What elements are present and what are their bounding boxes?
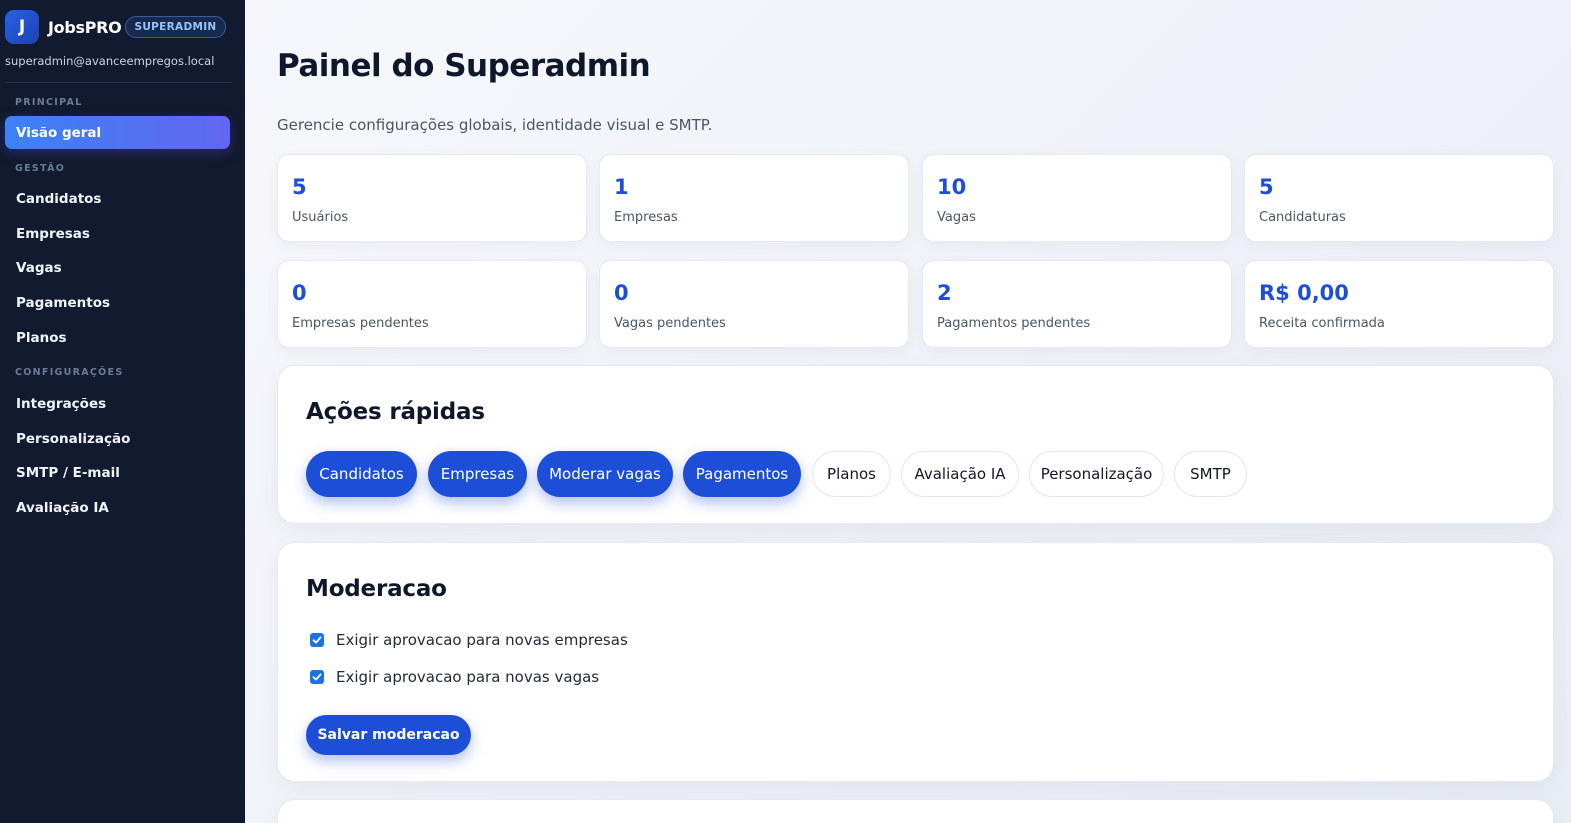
stat-label: Vagas [937,210,976,225]
stat-value: 0 [292,281,307,305]
quick-action-avaliacao-ia-button[interactable]: Avaliação IA [901,451,1019,497]
quick-action-smtp-button[interactable]: SMTP [1174,451,1247,497]
sidebar-item-pagamentos[interactable]: Pagamentos [5,286,230,319]
save-moderation-button[interactable]: Salvar moderacao [306,715,471,755]
brand[interactable]: J JobsPRO SUPERADMIN [5,10,226,44]
role-badge: SUPERADMIN [125,16,226,38]
stat-card-usuarios: 5 Usuários [277,154,587,242]
stat-label: Empresas pendentes [292,316,429,331]
checkbox-label: Exigir aprovacao para novas vagas [336,668,600,686]
quick-action-empresas-button[interactable]: Empresas [428,451,527,497]
stat-card-pagamentos-pendentes: 2 Pagamentos pendentes [922,260,1232,348]
sidebar-item-personalizacao[interactable]: Personalização [5,422,230,455]
checkbox-checked-icon[interactable] [310,633,324,647]
stat-card-empresas: 1 Empresas [599,154,909,242]
section-label-gestao: GESTÃO [15,163,66,174]
stat-card-receita-confirmada: R$ 0,00 Receita confirmada [1244,260,1554,348]
user-email: superadmin@avanceempregos.local [5,54,215,68]
moderation-title: Moderacao [306,576,447,602]
stat-label: Candidaturas [1259,210,1346,225]
sidebar-divider [5,82,232,83]
main-content: Painel do Superadmin Gerencie configuraç… [245,0,1571,823]
stat-label: Pagamentos pendentes [937,316,1091,331]
quick-action-pagamentos-button[interactable]: Pagamentos [683,451,801,497]
stat-card-candidaturas: 5 Candidaturas [1244,154,1554,242]
section-label-configuracoes: CONFIGURAÇÕES [15,367,124,378]
quick-action-personalizacao-button[interactable]: Personalização [1029,451,1164,497]
moderation-panel: Moderacao Exigir aprovacao para novas em… [277,542,1554,782]
stat-label: Usuários [292,210,349,225]
page-subtitle: Gerencie configurações globais, identida… [277,116,713,134]
sidebar-item-integracoes[interactable]: Integrações [5,387,230,420]
quick-action-planos-button[interactable]: Planos [812,451,891,497]
checkbox-label: Exigir aprovacao para novas empresas [336,631,628,649]
stat-label: Vagas pendentes [614,316,726,331]
sidebar-item-vagas[interactable]: Vagas [5,251,230,284]
brand-logo: J [5,10,39,44]
section-label-principal: PRINCIPAL [15,97,83,108]
quick-actions-panel: Ações rápidas Candidatos Empresas Modera… [277,365,1554,524]
sidebar-item-empresas[interactable]: Empresas [5,217,230,250]
stat-value: 10 [937,175,967,199]
stat-label: Empresas [614,210,678,225]
quick-actions-title: Ações rápidas [306,399,485,425]
page-title: Painel do Superadmin [277,48,651,84]
moderation-option-empresas[interactable]: Exigir aprovacao para novas empresas [310,631,628,649]
sidebar-item-smtp[interactable]: SMTP / E-mail [5,456,230,489]
sidebar-item-visao-geral[interactable]: Visão geral [5,116,230,149]
moderation-option-vagas[interactable]: Exigir aprovacao para novas vagas [310,668,599,686]
sidebar-item-candidatos[interactable]: Candidatos [5,182,230,215]
sidebar-item-planos[interactable]: Planos [5,321,230,354]
quick-action-candidatos-button[interactable]: Candidatos [306,451,417,497]
next-panel [277,799,1554,823]
sidebar-item-avaliacao-ia[interactable]: Avaliação IA [5,491,230,524]
stat-value: R$ 0,00 [1259,281,1349,305]
stat-value: 5 [292,175,307,199]
stat-value: 0 [614,281,629,305]
stat-value: 5 [1259,175,1274,199]
stat-value: 2 [937,281,952,305]
quick-action-moderar-vagas-button[interactable]: Moderar vagas [537,451,673,497]
stat-card-vagas: 10 Vagas [922,154,1232,242]
stat-label: Receita confirmada [1259,316,1385,331]
brand-name: JobsPRO [48,17,122,37]
sidebar: J JobsPRO SUPERADMIN superadmin@avanceem… [0,0,245,823]
stat-value: 1 [614,175,629,199]
stat-card-empresas-pendentes: 0 Empresas pendentes [277,260,587,348]
checkbox-checked-icon[interactable] [310,670,324,684]
stat-card-vagas-pendentes: 0 Vagas pendentes [599,260,909,348]
